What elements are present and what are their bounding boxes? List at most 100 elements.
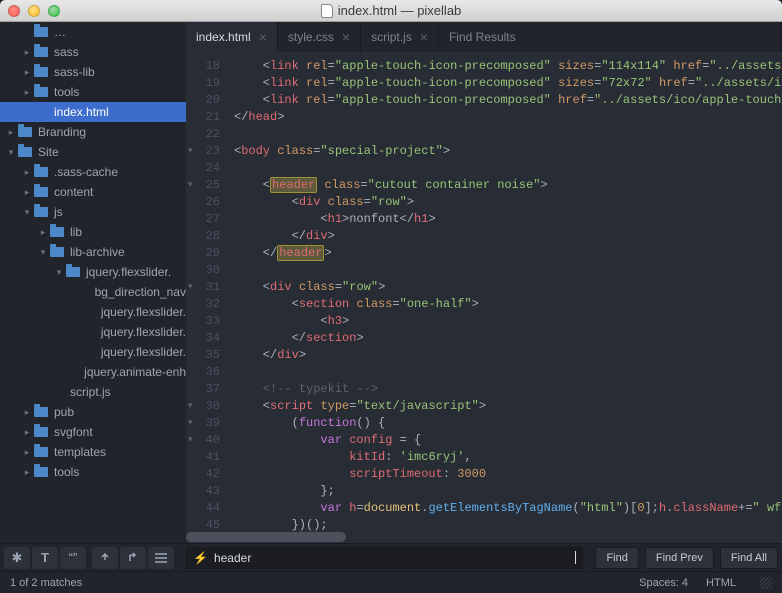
line-number[interactable]: 41: [186, 449, 220, 466]
resize-grip-icon[interactable]: [760, 577, 772, 589]
code-line[interactable]: })();: [234, 517, 782, 531]
line-number[interactable]: 27: [186, 211, 220, 228]
line-number[interactable]: 33: [186, 313, 220, 330]
next-match-icon[interactable]: [120, 547, 146, 569]
line-number[interactable]: 34: [186, 330, 220, 347]
line-number[interactable]: 31▾: [186, 279, 220, 296]
code-line[interactable]: scriptTimeout: 3000: [234, 466, 782, 483]
tree-file[interactable]: jquery.flexslider.: [0, 342, 186, 362]
line-number[interactable]: 29: [186, 245, 220, 262]
code-line[interactable]: <header class="cutout container noise">: [234, 177, 782, 194]
line-number[interactable]: 42: [186, 466, 220, 483]
quote-toggle-icon[interactable]: “”: [60, 547, 86, 569]
close-icon[interactable]: ×: [342, 29, 350, 45]
tree-file[interactable]: bg_direction_nav: [0, 282, 186, 302]
tree-folder[interactable]: ▾lib-archive: [0, 242, 186, 262]
code-line[interactable]: </header>: [234, 245, 782, 262]
tree-folder[interactable]: ▸content: [0, 182, 186, 202]
code-line[interactable]: var config = {: [234, 432, 782, 449]
tree-file[interactable]: index.html: [0, 102, 186, 122]
tab[interactable]: style.css×: [278, 22, 361, 52]
file-tree-sidebar[interactable]: …▸sass▸sass-lib▸toolsindex.html▸Branding…: [0, 22, 186, 543]
line-number[interactable]: 43: [186, 483, 220, 500]
line-number[interactable]: 30: [186, 262, 220, 279]
line-number[interactable]: 22: [186, 126, 220, 143]
tree-folder[interactable]: ▸Branding: [0, 122, 186, 142]
line-number[interactable]: 37: [186, 381, 220, 398]
tree-file[interactable]: jquery.flexslider.: [0, 322, 186, 342]
line-number[interactable]: 44: [186, 500, 220, 517]
code-line[interactable]: <div class="row">: [234, 279, 782, 296]
tree-folder[interactable]: ▸lib: [0, 222, 186, 242]
code-line[interactable]: </section>: [234, 330, 782, 347]
tree-folder[interactable]: ▸tools: [0, 82, 186, 102]
tree-folder[interactable]: …: [0, 22, 186, 42]
code-line[interactable]: </div>: [234, 347, 782, 364]
code-editor[interactable]: 181920212223▾2425▾262728293031▾323334353…: [186, 52, 782, 531]
find-button[interactable]: Find: [595, 547, 638, 569]
code-line[interactable]: <h3>: [234, 313, 782, 330]
code-line[interactable]: };: [234, 483, 782, 500]
line-number[interactable]: 32: [186, 296, 220, 313]
tab[interactable]: Find Results: [439, 22, 782, 52]
tree-folder[interactable]: ▾Site: [0, 142, 186, 162]
code-line[interactable]: <section class="one-half">: [234, 296, 782, 313]
prev-match-icon[interactable]: [92, 547, 118, 569]
tree-folder[interactable]: ▸.sass-cache: [0, 162, 186, 182]
menu-icon[interactable]: [148, 547, 174, 569]
line-number[interactable]: 36: [186, 364, 220, 381]
tree-folder[interactable]: ▾jquery.flexslider.: [0, 262, 186, 282]
tree-folder[interactable]: ▸sass: [0, 42, 186, 62]
line-number[interactable]: 26: [186, 194, 220, 211]
find-input[interactable]: [214, 551, 575, 565]
tree-folder[interactable]: ▸svgfont: [0, 422, 186, 442]
tree-file[interactable]: jquery.flexslider.: [0, 302, 186, 322]
tree-folder[interactable]: ▸pub: [0, 402, 186, 422]
code-line[interactable]: var h=document.getElementsByTagName("htm…: [234, 500, 782, 517]
language-status[interactable]: HTML: [706, 577, 736, 589]
line-number[interactable]: 39▾: [186, 415, 220, 432]
tree-folder[interactable]: ▾js: [0, 202, 186, 222]
line-number[interactable]: 40▾: [186, 432, 220, 449]
code-line[interactable]: <script type="text/javascript">: [234, 398, 782, 415]
regex-toggle-icon[interactable]: ✱: [4, 547, 30, 569]
line-number[interactable]: 28: [186, 228, 220, 245]
tree-file[interactable]: jquery.animate-enh: [0, 362, 186, 382]
case-toggle-icon[interactable]: T: [32, 547, 58, 569]
find-input-container[interactable]: ⚡: [186, 547, 583, 569]
close-icon[interactable]: ×: [259, 29, 267, 45]
close-icon[interactable]: ×: [420, 29, 428, 45]
code-line[interactable]: </div>: [234, 228, 782, 245]
find-prev-button[interactable]: Find Prev: [645, 547, 714, 569]
code-line[interactable]: [234, 160, 782, 177]
code-line[interactable]: <h1>nonfont</h1>: [234, 211, 782, 228]
tree-folder[interactable]: ▸templates: [0, 442, 186, 462]
code-line[interactable]: <!-- typekit -->: [234, 381, 782, 398]
tab[interactable]: index.html×: [186, 22, 278, 52]
tree-file[interactable]: script.js: [0, 382, 186, 402]
code-line[interactable]: [234, 364, 782, 381]
line-number[interactable]: 20: [186, 92, 220, 109]
tree-folder[interactable]: ▸tools: [0, 462, 186, 482]
code-content[interactable]: <link rel="apple-touch-icon-precomposed"…: [228, 52, 782, 531]
horizontal-scrollbar[interactable]: [186, 531, 782, 543]
line-number[interactable]: 45: [186, 517, 220, 531]
code-line[interactable]: kitId: 'imc6ryj',: [234, 449, 782, 466]
code-line[interactable]: (function() {: [234, 415, 782, 432]
code-line[interactable]: <link rel="apple-touch-icon-precomposed"…: [234, 92, 782, 109]
scrollbar-thumb[interactable]: [186, 532, 346, 542]
line-number[interactable]: 25▾: [186, 177, 220, 194]
code-line[interactable]: <div class="row">: [234, 194, 782, 211]
line-number[interactable]: 21: [186, 109, 220, 126]
line-number[interactable]: 19: [186, 75, 220, 92]
code-line[interactable]: <body class="special-project">: [234, 143, 782, 160]
line-number[interactable]: 35: [186, 347, 220, 364]
line-number[interactable]: 24: [186, 160, 220, 177]
code-line[interactable]: </head>: [234, 109, 782, 126]
find-all-button[interactable]: Find All: [720, 547, 778, 569]
indent-status[interactable]: Spaces: 4: [639, 577, 688, 589]
code-line[interactable]: <link rel="apple-touch-icon-precomposed"…: [234, 75, 782, 92]
tree-folder[interactable]: ▸sass-lib: [0, 62, 186, 82]
line-number[interactable]: 23▾: [186, 143, 220, 160]
tab[interactable]: script.js×: [361, 22, 439, 52]
